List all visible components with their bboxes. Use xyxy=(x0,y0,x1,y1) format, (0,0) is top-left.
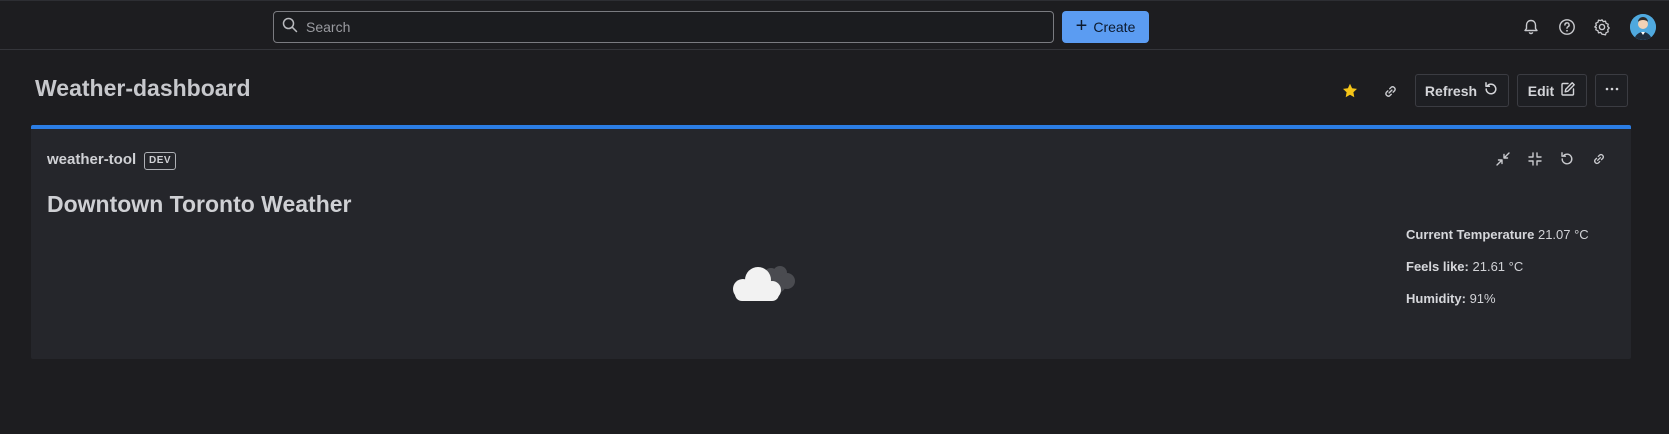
stat-label: Current Temperature xyxy=(1406,227,1535,242)
stat-humidity: Humidity: 91% xyxy=(1406,291,1589,323)
stat-value: 21.07 °C xyxy=(1537,227,1589,242)
create-button-label: Create xyxy=(1093,19,1136,35)
ellipsis-icon xyxy=(1604,81,1620,100)
weather-panel: weather-tool DEV Downtown Toronto Weathe… xyxy=(31,125,1631,359)
dev-badge: DEV xyxy=(144,152,177,170)
weather-title: Downtown Toronto Weather xyxy=(47,191,352,217)
help-icon[interactable] xyxy=(1556,16,1578,38)
search-icon xyxy=(282,17,298,38)
gear-icon[interactable] xyxy=(1591,16,1613,38)
stat-current-temperature: Current Temperature 21.07 °C xyxy=(1406,227,1589,259)
refresh-icon xyxy=(1483,81,1499,100)
panel-link-icon[interactable] xyxy=(1589,149,1609,169)
stat-value: 91% xyxy=(1469,291,1496,306)
exit-fullscreen-icon[interactable] xyxy=(1525,149,1545,169)
more-options-button[interactable] xyxy=(1595,74,1628,107)
edit-button[interactable]: Edit xyxy=(1517,74,1587,107)
stat-label: Feels like: xyxy=(1406,259,1469,274)
create-button[interactable]: + Create xyxy=(1062,11,1149,43)
edit-button-label: Edit xyxy=(1527,82,1555,99)
refresh-button[interactable]: Refresh xyxy=(1415,74,1509,107)
weather-stats: Current Temperature 21.07 °C Feels like:… xyxy=(1406,227,1589,323)
search-box[interactable] xyxy=(273,11,1054,43)
page-title: Weather-dashboard xyxy=(35,75,251,101)
bell-icon[interactable] xyxy=(1520,16,1542,38)
refresh-button-label: Refresh xyxy=(1424,82,1478,99)
panel-name: weather-tool xyxy=(47,151,137,168)
link-icon[interactable] xyxy=(1379,80,1401,102)
top-bar: + Create xyxy=(0,0,1669,50)
stat-value: 21.61 °C xyxy=(1472,259,1524,274)
search-input[interactable] xyxy=(306,19,1046,35)
collapse-icon[interactable] xyxy=(1493,149,1513,169)
stat-feels-like: Feels like: 21.61 °C xyxy=(1406,259,1589,291)
plus-icon: + xyxy=(1075,15,1088,37)
star-icon[interactable] xyxy=(1339,80,1361,102)
avatar[interactable] xyxy=(1630,14,1656,40)
stat-label: Humidity: xyxy=(1406,291,1466,306)
reload-icon[interactable] xyxy=(1557,149,1577,169)
cloud-icon xyxy=(729,257,801,305)
edit-icon xyxy=(1560,81,1576,100)
